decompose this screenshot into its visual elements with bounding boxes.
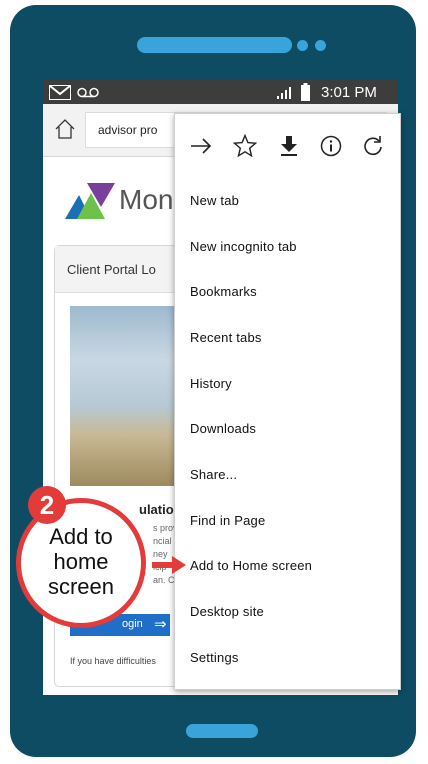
menu-item-share[interactable]: Share... — [190, 467, 237, 482]
menu-item-find-in-page[interactable]: Find in Page — [190, 513, 265, 528]
mail-icon — [49, 85, 71, 100]
url-text: advisor pro — [98, 123, 158, 137]
menu-item-history[interactable]: History — [190, 376, 232, 391]
signal-icon — [277, 87, 291, 99]
help-text: If you have difficulties — [70, 656, 156, 666]
download-icon[interactable] — [277, 134, 301, 158]
menu-item-new-tab[interactable]: New tab — [190, 193, 239, 208]
menu-item-downloads[interactable]: Downloads — [190, 421, 256, 436]
menu-item-desktop-site[interactable]: Desktop site — [190, 604, 264, 619]
overflow-menu: New tab New incognito tab Bookmarks Rece… — [174, 113, 401, 690]
hero-image — [70, 306, 180, 486]
login-arrow-icon: ⇒ — [154, 616, 167, 633]
card-title: Client Portal Lo — [67, 262, 156, 277]
menu-item-settings[interactable]: Settings — [190, 650, 239, 665]
home-button[interactable] — [186, 724, 258, 738]
voicemail-icon — [77, 87, 99, 98]
menu-item-recent-tabs[interactable]: Recent tabs — [190, 330, 262, 345]
login-label: ogin — [122, 618, 143, 630]
speaker-bar — [137, 37, 292, 53]
callout-text: Add to home screen — [47, 524, 115, 599]
status-bar: 3:01 PM — [43, 80, 398, 104]
battery-icon — [301, 83, 310, 101]
star-icon[interactable] — [233, 134, 257, 158]
info-icon[interactable] — [319, 134, 343, 158]
menu-icon-row — [175, 114, 400, 176]
menu-item-new-incognito-tab[interactable]: New incognito tab — [190, 239, 297, 254]
pointer-arrow-icon — [152, 556, 186, 574]
forward-icon[interactable] — [189, 134, 213, 158]
logo-mark-icon — [65, 183, 115, 219]
camera-dot — [297, 40, 308, 51]
step-badge: 2 — [28, 486, 66, 524]
home-icon[interactable] — [55, 119, 75, 139]
status-time: 3:01 PM — [321, 84, 377, 101]
refresh-icon[interactable] — [361, 134, 385, 158]
sensor-dot — [315, 40, 326, 51]
menu-item-bookmarks[interactable]: Bookmarks — [190, 284, 257, 299]
menu-item-add-to-home-screen[interactable]: Add to Home screen — [190, 558, 312, 573]
